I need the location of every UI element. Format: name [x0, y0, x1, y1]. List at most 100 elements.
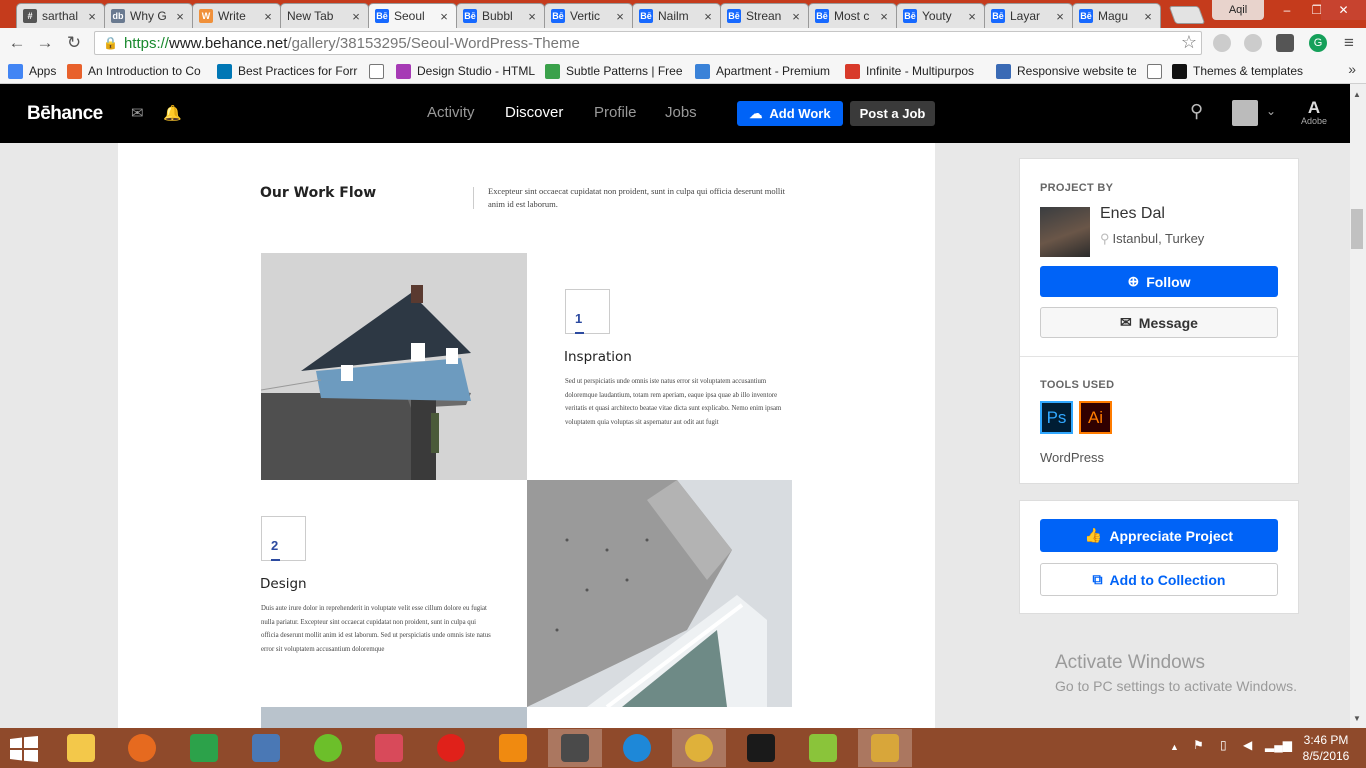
close-tab-icon[interactable]: × [173, 9, 187, 24]
close-tab-icon[interactable]: × [349, 9, 363, 24]
close-tab-icon[interactable]: × [613, 9, 627, 24]
taskbar-app[interactable] [672, 729, 726, 767]
adobe-link[interactable]: A Adobe [1300, 99, 1328, 126]
close-tab-icon[interactable]: × [701, 9, 715, 24]
tray-expand-icon[interactable]: ▲ [1170, 742, 1179, 752]
add-to-collection-button[interactable]: ⧉ Add to Collection [1040, 563, 1278, 596]
bookmark-item[interactable]: Design Studio - HTML [396, 62, 536, 80]
bookmark-item[interactable]: Apps [8, 62, 63, 80]
new-tab-button[interactable] [1168, 6, 1206, 24]
windows-start-icon[interactable] [10, 736, 38, 762]
close-tab-icon[interactable]: × [1141, 9, 1155, 24]
tool-wordpress[interactable]: WordPress [1040, 450, 1104, 465]
taskbar-app[interactable] [177, 729, 231, 767]
scroll-down-icon[interactable]: ▼ [1353, 714, 1361, 723]
illustrator-tool-icon[interactable]: Ai [1079, 401, 1112, 434]
nav-jobs[interactable]: Jobs [665, 104, 697, 121]
forward-button[interactable]: → [34, 32, 56, 54]
close-tab-icon[interactable]: × [437, 9, 451, 24]
taskbar-app[interactable] [115, 729, 169, 767]
bookmark-item[interactable]: An Introduction to Co [67, 62, 207, 80]
avatar[interactable] [1232, 100, 1258, 126]
battery-icon[interactable]: ▯ [1220, 738, 1227, 752]
bookmark-star-icon[interactable]: ☆ [1181, 32, 1197, 53]
bookmark-item[interactable] [369, 62, 389, 80]
taskbar-app[interactable] [54, 729, 108, 767]
owner-avatar[interactable] [1040, 207, 1090, 257]
bookmark-item[interactable]: Infinite - Multipurpos [845, 62, 985, 80]
bookmark-item[interactable]: Responsive website te [996, 62, 1136, 80]
scroll-up-icon[interactable]: ▲ [1353, 90, 1361, 99]
network-icon[interactable]: ▂▄▆ [1265, 738, 1292, 752]
profile-name[interactable]: Aqil [1212, 0, 1264, 20]
wp-icon [845, 63, 860, 79]
photoshop-tool-icon[interactable]: Ps [1040, 401, 1073, 434]
reload-button[interactable]: ↻ [63, 32, 85, 54]
owner-name[interactable]: Enes Dal [1100, 205, 1165, 223]
nav-activity[interactable]: Activity [427, 104, 475, 121]
tab-item[interactable]: Bē Seoul × [368, 3, 457, 28]
tab-item[interactable]: Bē Layar × [984, 3, 1073, 28]
scrollbar-thumb[interactable] [1351, 209, 1363, 249]
page-scrollbar[interactable]: ▲ ▼ [1350, 84, 1366, 728]
search-icon[interactable]: ⚲ [1190, 101, 1203, 122]
tab-item[interactable]: Bē Vertic × [544, 3, 633, 28]
taskbar-app[interactable] [796, 729, 850, 767]
tab-item[interactable]: Bē Magu × [1072, 3, 1161, 28]
back-button[interactable]: ← [6, 32, 28, 54]
tab-item[interactable]: W Write × [192, 3, 281, 28]
minimize-button[interactable]: – [1272, 0, 1302, 20]
bookmark-item[interactable] [1147, 62, 1167, 80]
close-window-button[interactable]: ✕ [1321, 0, 1366, 20]
notifications-icon[interactable]: 🔔 [163, 104, 182, 122]
nav-discover[interactable]: Discover [505, 104, 563, 121]
taskbar-app[interactable] [239, 729, 293, 767]
nav-profile[interactable]: Profile [594, 104, 637, 121]
tab-item[interactable]: Bē Youty × [896, 3, 985, 28]
chrome-menu-icon[interactable]: ≡ [1338, 32, 1360, 54]
tab-item[interactable]: Bē Bubbl × [456, 3, 545, 28]
grammarly-icon[interactable]: G [1309, 34, 1327, 52]
taskbar-app[interactable] [362, 729, 416, 767]
volume-icon[interactable]: ◀ [1243, 738, 1252, 752]
close-tab-icon[interactable]: × [965, 9, 979, 24]
message-button[interactable]: ✉ Message [1040, 307, 1278, 338]
close-tab-icon[interactable]: × [525, 9, 539, 24]
taskbar-app[interactable] [301, 729, 355, 767]
extension-icon[interactable] [1244, 34, 1262, 52]
address-bar[interactable]: 🔒 https://www.behance.net/gallery/381532… [94, 31, 1202, 55]
tab-item[interactable]: db Why G × [104, 3, 193, 28]
post-job-button[interactable]: Post a Job [850, 101, 935, 126]
extension-icon[interactable] [1276, 34, 1294, 52]
close-tab-icon[interactable]: × [789, 9, 803, 24]
bookmark-item[interactable]: Apartment - Premium [695, 62, 835, 80]
taskbar-app[interactable] [610, 729, 664, 767]
taskbar-app[interactable] [858, 729, 912, 767]
follow-button[interactable]: ⊕ Follow [1040, 266, 1278, 297]
tab-item[interactable]: Bē Most c × [808, 3, 897, 28]
close-tab-icon[interactable]: × [261, 9, 275, 24]
add-work-button[interactable]: ☁ Add Work [737, 101, 843, 126]
bookmark-item[interactable]: Themes & templates [1172, 62, 1322, 80]
tab-item[interactable]: Bē Nailm × [632, 3, 721, 28]
tab-item[interactable]: Bē Strean × [720, 3, 809, 28]
bookmark-item[interactable]: Best Practices for Forr [217, 62, 359, 80]
taskbar-app[interactable] [734, 729, 788, 767]
appreciate-project-button[interactable]: 👍 Appreciate Project [1040, 519, 1278, 552]
system-clock[interactable]: 3:46 PM 8/5/2016 [1296, 732, 1356, 764]
tab-item[interactable]: New Tab × [280, 3, 369, 28]
messages-icon[interactable]: ✉ [131, 104, 144, 122]
action-center-icon[interactable]: ⚑ [1193, 738, 1204, 752]
bookmark-item[interactable]: Subtle Patterns | Free [545, 62, 685, 80]
taskbar-app[interactable] [486, 729, 540, 767]
tab-item[interactable]: # sarthal × [16, 3, 105, 28]
close-tab-icon[interactable]: × [877, 9, 891, 24]
extension-icon[interactable] [1213, 34, 1231, 52]
close-tab-icon[interactable]: × [85, 9, 99, 24]
chevron-down-icon[interactable]: ⌄ [1266, 104, 1276, 118]
behance-logo[interactable]: Bēhance [27, 103, 103, 125]
close-tab-icon[interactable]: × [1053, 9, 1067, 24]
taskbar-app[interactable] [424, 729, 478, 767]
more-bookmarks-icon[interactable]: » [1348, 61, 1356, 77]
taskbar-app[interactable] [548, 729, 602, 767]
